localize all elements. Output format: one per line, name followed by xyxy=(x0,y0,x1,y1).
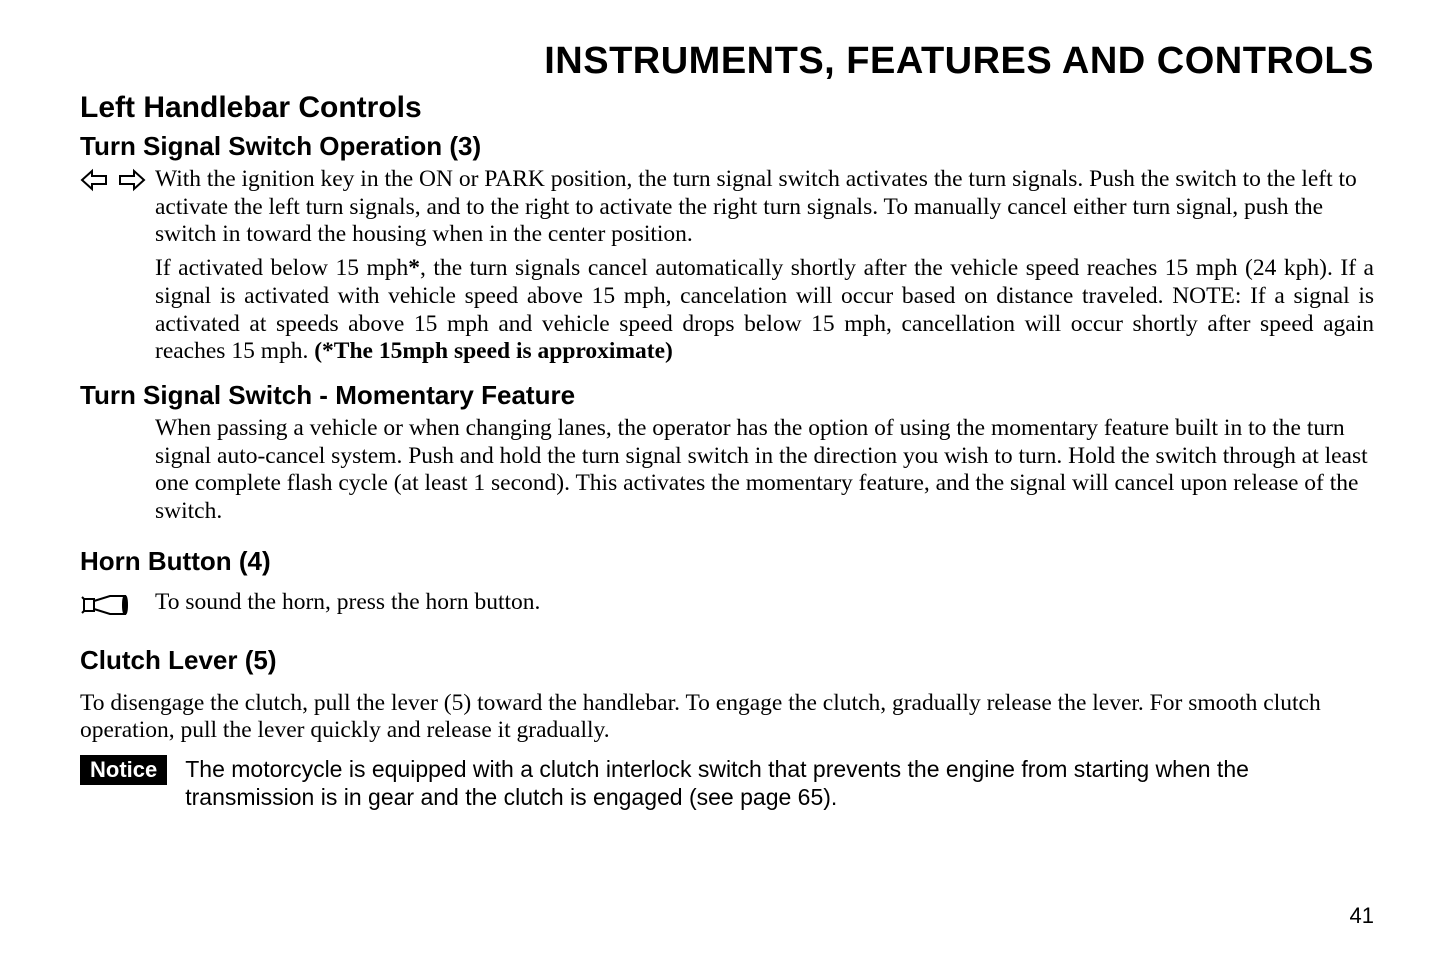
p2-bold1: * xyxy=(408,255,420,281)
horn-block: To sound the horn, press the horn button… xyxy=(80,589,1374,631)
section-heading-left-handlebar: Left Handlebar Controls xyxy=(80,91,1374,125)
horn-text: To sound the horn, press the horn button… xyxy=(155,589,1374,631)
turn-signal-text: With the ignition key in the ON or PARK … xyxy=(155,166,1374,380)
horn-paragraph: To sound the horn, press the horn button… xyxy=(155,589,1374,617)
momentary-text: When passing a vehicle or when changing … xyxy=(155,415,1374,540)
horn-icon xyxy=(80,589,155,621)
notice-block: Notice The motorcycle is equipped with a… xyxy=(80,755,1374,811)
subsection-heading-clutch: Clutch Lever (5) xyxy=(80,645,1374,676)
turn-signal-paragraph-2: If activated below 15 mph*, the turn sig… xyxy=(155,255,1374,366)
page-number: 41 xyxy=(1350,903,1374,929)
subsection-heading-horn: Horn Button (4) xyxy=(80,546,1374,577)
notice-text: The motorcycle is equipped with a clutch… xyxy=(185,755,1374,811)
turn-signal-arrows-icon xyxy=(80,166,155,192)
page-title: INSTRUMENTS, FEATURES AND CONTROLS xyxy=(80,40,1374,83)
document-page: INSTRUMENTS, FEATURES AND CONTROLS Left … xyxy=(0,0,1454,954)
turn-signal-block: With the ignition key in the ON or PARK … xyxy=(80,166,1374,380)
p2-bold2: (*The 15mph speed is approximate) xyxy=(314,338,673,364)
subsection-heading-turn-signal-operation: Turn Signal Switch Operation (3) xyxy=(80,131,1374,162)
momentary-block: When passing a vehicle or when changing … xyxy=(80,415,1374,540)
turn-signal-paragraph-1: With the ignition key in the ON or PARK … xyxy=(155,166,1374,249)
p2-part1: If activated below 15 mph xyxy=(155,255,408,281)
subsection-heading-momentary-feature: Turn Signal Switch - Momentary Feature xyxy=(80,380,1374,411)
clutch-paragraph: To disengage the clutch, pull the lever … xyxy=(80,690,1374,745)
notice-label: Notice xyxy=(80,755,167,785)
momentary-icon-spacer xyxy=(80,415,155,417)
momentary-paragraph: When passing a vehicle or when changing … xyxy=(155,415,1374,526)
